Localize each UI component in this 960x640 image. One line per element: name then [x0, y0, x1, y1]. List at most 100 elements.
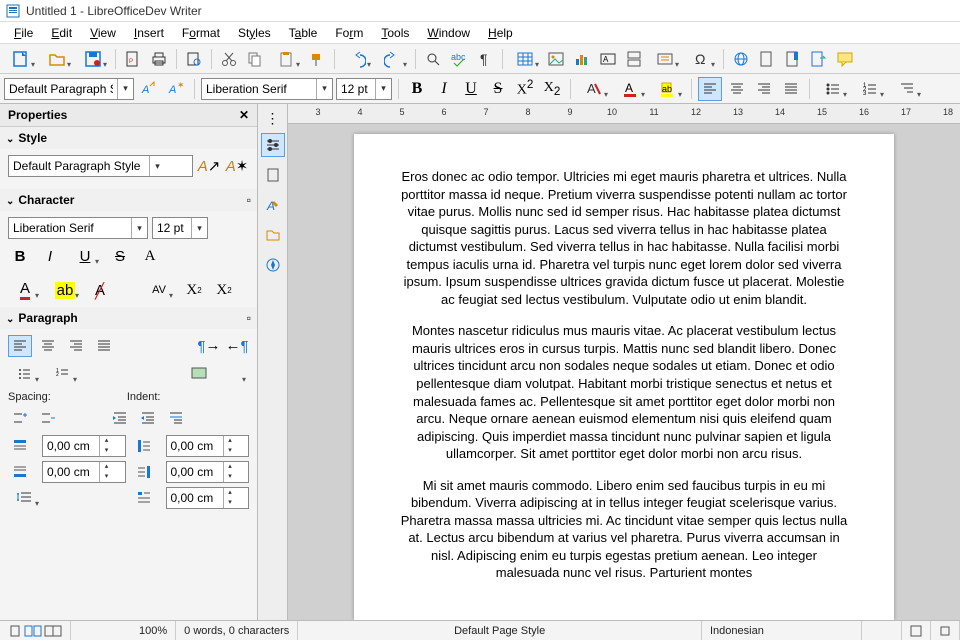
highlight-button[interactable]: ab [651, 77, 685, 101]
selection-mode[interactable] [902, 621, 931, 640]
chevron-down-icon[interactable]: ▾ [316, 79, 332, 99]
clear-format-icon[interactable]: A╱ [88, 279, 112, 301]
number-list-button[interactable]: 12 [46, 363, 80, 385]
underline-button[interactable]: U [459, 77, 483, 101]
insert-comment-button[interactable] [833, 47, 857, 71]
align-left-button[interactable] [698, 77, 722, 101]
indent-left-field[interactable]: ▴▾ [166, 435, 250, 457]
menu-window[interactable]: Window [419, 24, 478, 42]
space-above-field[interactable]: ▴▾ [42, 435, 126, 457]
line-spacing-button[interactable] [8, 487, 42, 509]
decrease-indent-icon[interactable] [136, 407, 160, 429]
highlight-button[interactable]: ab [48, 279, 82, 301]
insert-footnote-button[interactable] [755, 47, 779, 71]
para-style-input[interactable] [5, 79, 117, 99]
tab-styles[interactable]: A [261, 193, 285, 217]
save-button[interactable] [76, 47, 110, 71]
indent-first-field[interactable]: ▴▾ [166, 487, 250, 509]
export-pdf-button[interactable]: P [121, 47, 145, 71]
chevron-down-icon[interactable]: ▾ [149, 156, 165, 176]
menu-format[interactable]: Format [174, 24, 228, 42]
bullet-list-button[interactable] [816, 77, 850, 101]
space-below-field[interactable]: ▴▾ [42, 461, 126, 483]
menu-view[interactable]: View [82, 24, 124, 42]
sidebar-menu-icon[interactable]: ⋮ [266, 110, 280, 127]
book-view-icon[interactable] [44, 625, 62, 637]
char-size-combo[interactable]: ▾ [152, 217, 208, 239]
align-right-button[interactable] [752, 77, 776, 101]
clone-formatting-button[interactable] [305, 47, 329, 71]
font-size-combo[interactable]: ▾ [336, 78, 392, 100]
more-options-icon[interactable]: ▫ [247, 311, 251, 325]
more-options-icon[interactable]: ▫ [247, 193, 251, 207]
italic-button[interactable]: I [432, 77, 456, 101]
print-button[interactable] [147, 47, 171, 71]
char-spacing-button[interactable]: A͏V [142, 279, 176, 301]
outline-button[interactable] [890, 77, 924, 101]
subscript-button[interactable]: X2 [540, 77, 564, 101]
bg-color-button[interactable] [187, 363, 211, 385]
menu-styles[interactable]: Styles [230, 24, 279, 42]
menu-insert[interactable]: Insert [126, 24, 172, 42]
para-align-right[interactable] [64, 335, 88, 357]
increase-spacing-icon[interactable] [8, 407, 32, 429]
menu-table[interactable]: Table [281, 24, 326, 42]
insert-bookmark-button[interactable] [781, 47, 805, 71]
insert-table-button[interactable] [508, 47, 542, 71]
new-style-button[interactable]: A✶ [164, 77, 188, 101]
para-style-combo[interactable]: ▾ [4, 78, 134, 100]
bullet-list-button[interactable] [8, 363, 42, 385]
insert-image-button[interactable] [544, 47, 568, 71]
paste-button[interactable] [269, 47, 303, 71]
new-button[interactable] [4, 47, 38, 71]
para-align-justify[interactable] [92, 335, 116, 357]
superscript-button[interactable]: X2 [182, 279, 206, 301]
chevron-down-icon[interactable]: ▾ [191, 218, 207, 238]
character-section-header[interactable]: ⌄Character ▫ [0, 189, 257, 211]
language[interactable]: Indonesian [702, 621, 862, 640]
menu-tools[interactable]: Tools [373, 24, 417, 42]
insert-chart-button[interactable] [570, 47, 594, 71]
insert-field-button[interactable] [648, 47, 682, 71]
open-button[interactable] [40, 47, 74, 71]
align-justify-button[interactable] [779, 77, 803, 101]
insert-crossref-button[interactable] [807, 47, 831, 71]
italic-button[interactable]: I [38, 245, 62, 267]
tab-page[interactable] [261, 163, 285, 187]
single-page-icon[interactable] [8, 625, 22, 637]
page[interactable]: Eros donec ac odio tempor. Ultricies mi … [354, 134, 894, 620]
bold-button[interactable]: B [8, 245, 32, 267]
number-list-button[interactable]: 123 [853, 77, 887, 101]
para-align-left[interactable] [8, 335, 32, 357]
print-preview-button[interactable] [182, 47, 206, 71]
spellcheck-button[interactable]: abc [447, 47, 471, 71]
formatting-marks-button[interactable]: ¶ [473, 47, 497, 71]
zoom-level[interactable]: 100% [131, 621, 176, 640]
font-name-input[interactable] [202, 79, 316, 99]
font-color-button[interactable]: A [8, 279, 42, 301]
font-name-combo[interactable]: ▾ [201, 78, 333, 100]
insert-mode[interactable] [862, 621, 902, 640]
chevron-down-icon[interactable]: ▾ [375, 79, 391, 99]
style-combo[interactable]: ▾ [8, 155, 193, 177]
insert-hyperlink-button[interactable] [729, 47, 753, 71]
ltr-button[interactable]: ¶→ [197, 335, 221, 357]
char-font-combo[interactable]: ▾ [8, 217, 148, 239]
paragraph-section-header[interactable]: ⌄Paragraph ▫ [0, 307, 257, 329]
update-style-button[interactable]: A [137, 77, 161, 101]
tab-navigator[interactable] [261, 253, 285, 277]
bg-dropdown[interactable] [215, 363, 249, 385]
bold-button[interactable]: B [405, 77, 429, 101]
copy-button[interactable] [243, 47, 267, 71]
paragraph[interactable]: Montes nascetur ridiculus mus mauris vit… [398, 322, 850, 462]
menu-file[interactable]: File [6, 24, 41, 42]
signature-status[interactable] [931, 621, 960, 640]
horizontal-ruler[interactable]: 3456789101112131415161718 [288, 104, 960, 124]
cut-button[interactable] [217, 47, 241, 71]
view-layout-buttons[interactable] [0, 621, 71, 640]
indent-right-field[interactable]: ▴▾ [166, 461, 250, 483]
multi-page-icon[interactable] [24, 625, 42, 637]
para-align-center[interactable] [36, 335, 60, 357]
menu-form[interactable]: Form [327, 24, 371, 42]
font-size-input[interactable] [337, 79, 375, 99]
